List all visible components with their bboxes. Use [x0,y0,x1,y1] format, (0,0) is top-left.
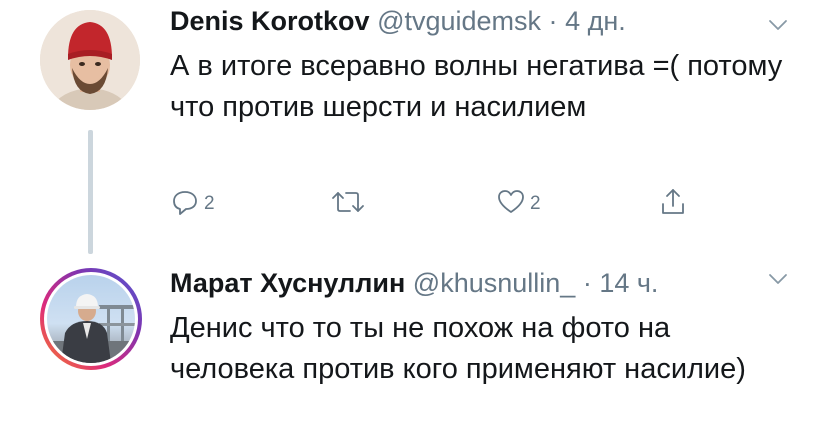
avatar-ring [44,272,138,366]
reply-count: 2 [204,193,215,214]
retweet-icon [330,187,366,217]
reply-button[interactable]: 2 [170,186,215,218]
tweet-text: Денис что то ты не похож на фото на чело… [170,312,746,385]
avatar[interactable] [40,10,140,110]
timestamp[interactable]: 4 дн. [565,6,626,36]
author-name[interactable]: Марат Хуснуллин [170,268,405,298]
tweet-header: Denis Korotkov @tvguidemsk · 4 дн. [170,4,626,38]
tweet-header: Марат Хуснуллин @khusnullin_ · 14 ч. [170,266,658,300]
separator: · [548,6,558,36]
chevron-down-icon[interactable] [767,14,789,36]
author-handle[interactable]: @khusnullin_ [413,268,576,298]
share-icon [658,186,688,218]
thread-line [88,130,93,254]
author-handle[interactable]: @tvguidemsk [377,6,541,36]
author-name[interactable]: Denis Korotkov [170,6,370,36]
avatar-photo [40,10,140,110]
avatar[interactable] [40,268,142,370]
like-count: 2 [530,193,541,214]
share-button[interactable] [658,186,688,218]
avatar-photo [47,275,135,363]
tweet[interactable]: Марат Хуснуллин @khusnullin_ · 14 ч. Ден… [0,260,827,432]
tweet-actions: 2 2 [170,186,710,220]
tweet[interactable]: Denis Korotkov @tvguidemsk · 4 дн. А в и… [0,0,827,260]
timestamp[interactable]: 14 ч. [599,268,658,298]
separator: · [582,268,592,298]
reply-icon [170,187,200,217]
like-button[interactable]: 2 [496,186,541,218]
retweet-button[interactable] [330,186,366,218]
chevron-down-icon[interactable] [767,268,789,290]
tweet-text: А в итоге всеравно волны негатива =( пот… [170,50,783,123]
heart-icon [496,187,526,217]
